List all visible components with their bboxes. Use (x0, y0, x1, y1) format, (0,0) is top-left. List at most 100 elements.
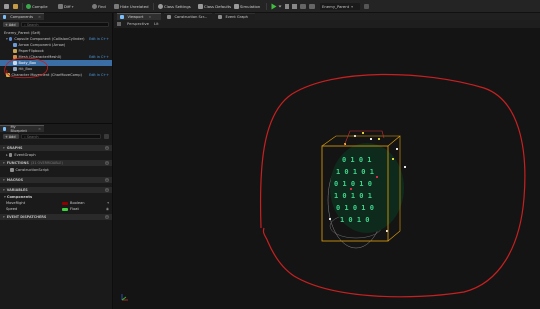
close-icon[interactable]: × (148, 15, 151, 19)
diff-label: Diff (64, 4, 71, 9)
debug-filter-icon[interactable] (364, 4, 369, 9)
arrow-component-icon (13, 43, 17, 47)
add-function-icon[interactable]: + (105, 161, 109, 165)
axis-gizmo (121, 294, 128, 301)
skip-icon[interactable] (300, 4, 306, 9)
blueprint-search-input[interactable]: ⌕ Search (21, 134, 101, 139)
chevron-down-icon[interactable]: ▾ (107, 201, 109, 205)
chevron-down-icon: ▾ (3, 161, 5, 165)
compile-button[interactable]: Compile (26, 3, 48, 10)
pause-icon[interactable] (285, 4, 289, 9)
folder-icon (13, 4, 18, 9)
left-panel: Components × + Add ⌕ Search Enemy_Parent … (0, 13, 113, 309)
hide-unrelated-label: Hide Unrelated (120, 4, 149, 9)
play-options-icon[interactable] (278, 3, 282, 10)
chevron-down-icon: ▾ (4, 195, 6, 199)
tab-construction-script[interactable]: Construction Scr... (164, 13, 212, 20)
function-item-construction-script[interactable]: ConstructionScript (0, 167, 112, 173)
chevron-right-icon: ▸ (6, 153, 8, 157)
toolbar-divider (153, 3, 154, 10)
section-graphs[interactable]: ▾ GRAPHS + (0, 145, 112, 151)
annotation-circle (4, 57, 48, 79)
section-variables[interactable]: ▾ VARIABLES + (0, 187, 112, 193)
boolean-type-pill (62, 201, 68, 205)
find-button[interactable]: Find (92, 3, 106, 10)
tab-my-blueprint[interactable]: My Blueprint × (0, 125, 44, 133)
sprite-pixel (392, 158, 394, 160)
stop-icon[interactable] (292, 4, 297, 9)
edit-in-cpp-link[interactable]: Edit in C++ (89, 73, 109, 77)
eject-icon[interactable] (309, 4, 315, 9)
eye-icon[interactable]: ◉ (106, 207, 109, 211)
section-event-dispatchers[interactable]: ▾ EVENT DISPATCHERS + (0, 214, 112, 220)
chevron-down-icon: ▾ (3, 215, 5, 219)
viewport-canvas[interactable]: 0 1 0 1 1 0 1 0 1 0 1 0 1 0 1 0 1 0 1 0 … (114, 28, 540, 309)
viewport-icon (120, 15, 124, 19)
edit-in-cpp-link[interactable]: Edit in C++ (89, 37, 109, 41)
add-member-button[interactable]: + Add (3, 134, 19, 139)
class-defaults-label: Class Defaults (204, 4, 232, 9)
function-icon (167, 15, 171, 19)
gear-icon (158, 4, 163, 9)
tab-label: Construction Scr... (174, 15, 208, 19)
play-icon[interactable] (271, 3, 277, 10)
sprite-pixel (329, 218, 331, 220)
find-label: Find (98, 4, 106, 9)
gear-icon[interactable] (104, 134, 109, 139)
simulation-button[interactable]: Simulation (234, 3, 260, 10)
tab-label: Viewport (127, 15, 144, 19)
components-search-input[interactable]: ⌕ Search (21, 22, 109, 27)
add-graph-icon[interactable]: + (105, 146, 109, 150)
hide-unrelated-button[interactable]: Hide Unrelated (114, 3, 148, 10)
function-icon (10, 168, 14, 172)
chevron-down-icon: ▾ (3, 178, 5, 182)
add-variable-icon[interactable]: + (105, 188, 109, 192)
class-settings-label: Class Settings (164, 4, 191, 9)
sprite-pixel (370, 138, 372, 140)
add-macro-icon[interactable]: + (105, 178, 109, 182)
hamburger-icon[interactable] (117, 21, 121, 26)
flipbook-icon (13, 49, 17, 53)
sprite-digit-row: 1 0 1 0 1 (336, 168, 374, 176)
add-dispatcher-icon[interactable]: + (105, 215, 109, 219)
hide-unrelated-icon (114, 4, 119, 9)
sprite-digit-row: 1 0 1 0 1 (334, 192, 372, 200)
class-defaults-button[interactable]: Class Defaults (198, 3, 231, 10)
add-component-button[interactable]: + Add (3, 22, 19, 27)
tab-label: Components (10, 15, 33, 19)
class-defaults-icon (198, 4, 203, 9)
variable-item[interactable]: Speed Float ◉ (0, 206, 112, 212)
section-functions[interactable]: ▾ FUNCTIONS (31 OVERRIDABLE) + (0, 160, 112, 166)
save-button[interactable] (4, 3, 9, 10)
tab-components[interactable]: Components × (0, 13, 44, 20)
section-macros[interactable]: ▾ MACROS + (0, 177, 112, 183)
simulation-icon (234, 4, 239, 9)
debug-object-select[interactable]: Enemy_Parent ▾ (320, 3, 360, 10)
sprite-pixel (376, 176, 378, 178)
diff-button[interactable]: Diff ▾ (58, 3, 74, 10)
edit-in-cpp-link[interactable]: Edit in C++ (89, 55, 109, 59)
class-settings-button[interactable]: Class Settings (158, 3, 191, 10)
sprite-pixel (362, 132, 364, 134)
simulation-label: Simulation (240, 4, 261, 9)
graph-item-eventgraph[interactable]: ▸ EventGraph (0, 152, 112, 158)
tab-event-graph[interactable]: Event Graph (215, 13, 255, 20)
sprite-pixel (350, 188, 352, 190)
view-mode-button[interactable]: Perspective (127, 21, 149, 26)
chevron-down-icon: ▾ (6, 37, 8, 41)
tab-viewport[interactable]: Viewport × (117, 13, 161, 20)
close-icon[interactable]: × (38, 15, 41, 19)
blueprint-icon (3, 127, 7, 131)
sprite-digit-row: 1 0 1 0 (340, 216, 370, 224)
viewport-scene: 0 1 0 1 1 0 1 0 1 0 1 0 1 0 1 0 1 0 1 0 … (121, 73, 526, 301)
capsule-icon (8, 37, 13, 41)
close-icon[interactable]: × (38, 127, 41, 131)
components-icon (3, 15, 7, 19)
tab-label: Event Graph (225, 15, 248, 19)
sprite-digit-row: 0 1 0 1 0 (334, 180, 372, 188)
axis-y (121, 296, 127, 301)
chevron-down-icon: ▾ (351, 4, 354, 9)
sprite-pixel (378, 138, 380, 140)
lit-mode-button[interactable]: Lit (154, 21, 159, 26)
browse-button[interactable] (13, 3, 18, 10)
